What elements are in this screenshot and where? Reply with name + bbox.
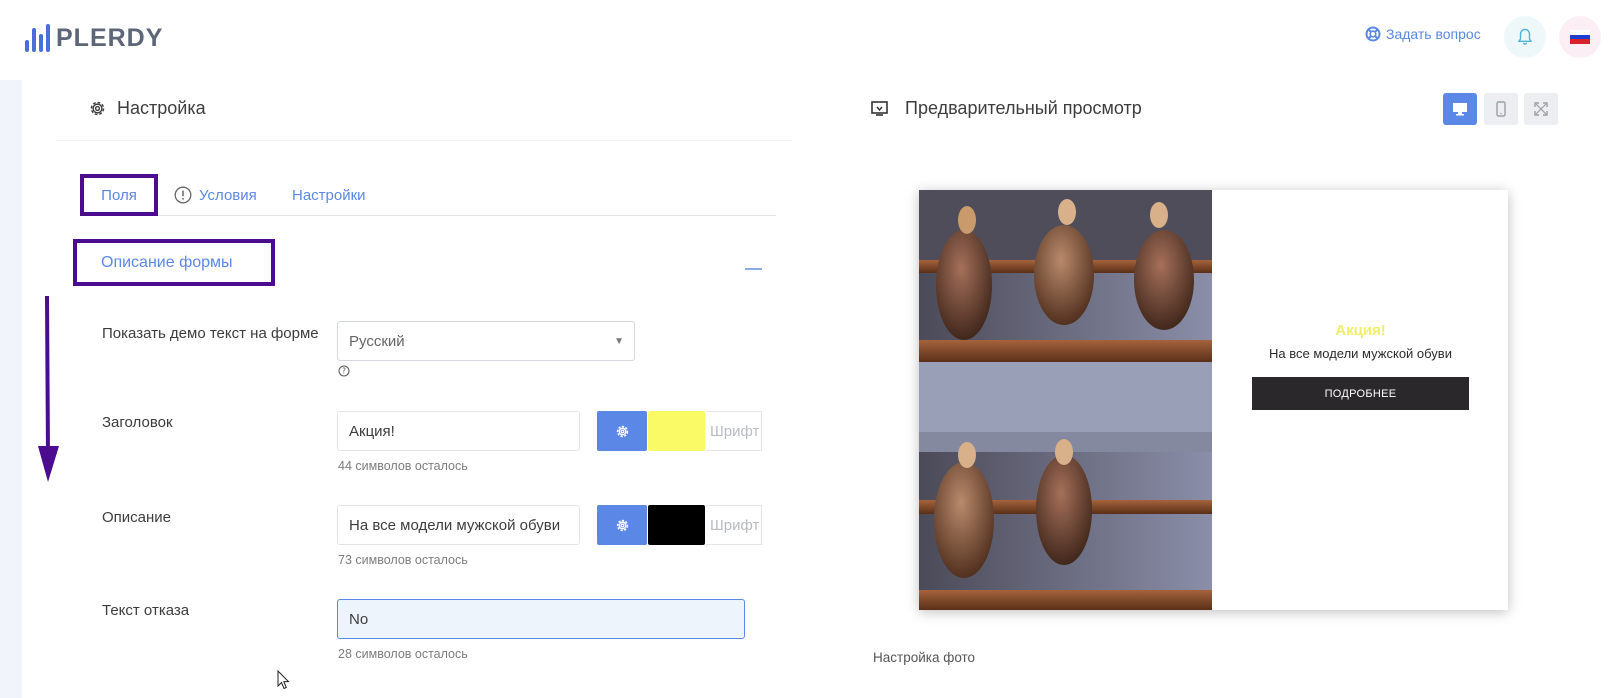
down-arrow-annotation-icon (38, 296, 59, 482)
lifebuoy-icon (1365, 26, 1381, 42)
divider (56, 140, 792, 141)
chevron-down-icon: ▼ (614, 335, 624, 347)
preview-title: Предварительный просмотр (905, 98, 1142, 118)
title-color-swatch[interactable] (648, 411, 705, 451)
popup-description: На все модели мужской обуви (1269, 346, 1452, 361)
title-font-field[interactable]: Шрифт (706, 411, 762, 451)
settings-title: Настройка (117, 98, 206, 118)
preview-header: Предварительный просмотр (871, 98, 1142, 119)
refusal-input[interactable]: No (337, 599, 745, 639)
logo-bars-icon (25, 24, 50, 52)
refusal-chars-left: 28 символов осталось (338, 647, 468, 661)
title-label: Заголовок (102, 414, 173, 431)
preview-monitor-icon (871, 101, 888, 116)
collapse-icon[interactable] (745, 268, 762, 270)
photo-settings-label: Настройка фото (873, 650, 976, 665)
title-input-value: Акция! (349, 422, 395, 440)
desktop-icon (1453, 103, 1467, 116)
demo-text-label: Показать демо текст на форме (102, 325, 319, 342)
tab-settings[interactable]: Настройки (292, 174, 366, 216)
bell-icon (1518, 28, 1532, 45)
ask-question-link[interactable]: Задать вопрос (1365, 26, 1481, 42)
desktop-view-button[interactable] (1443, 93, 1477, 125)
mobile-view-button[interactable] (1484, 93, 1518, 125)
demo-language-select[interactable]: Русский ▼ (337, 321, 635, 361)
language-button[interactable] (1559, 16, 1601, 58)
shoes-photo (919, 190, 1212, 610)
demo-language-value: Русский (349, 332, 405, 350)
settings-header: Настройка (88, 98, 206, 119)
tab-conditions[interactable]: Условия (174, 174, 257, 216)
sidebar-edge (0, 80, 22, 698)
logo-text: PLERDY (56, 24, 164, 52)
title-chars-left: 44 символов осталось (338, 459, 468, 473)
popup-more-button[interactable]: ПОДРОБНЕЕ (1252, 377, 1469, 410)
popup-title: Акция! (1335, 322, 1386, 339)
svg-text:?: ? (342, 367, 346, 376)
top-bar: PLERDY Задать вопрос (0, 0, 1613, 80)
description-color-swatch[interactable] (648, 505, 705, 545)
description-style-button[interactable] (597, 505, 647, 545)
fullscreen-button[interactable] (1524, 93, 1558, 125)
description-font-placeholder: Шрифт (710, 516, 760, 534)
mobile-phone-icon (1496, 101, 1506, 117)
refusal-label: Текст отказа (102, 602, 190, 619)
tab-settings-label: Настройки (292, 186, 366, 204)
tab-fields-label: Поля (101, 186, 137, 204)
ask-question-label: Задать вопрос (1386, 26, 1481, 42)
description-input[interactable]: На все модели мужской обуви (337, 505, 580, 545)
expand-icon (1534, 102, 1548, 116)
russian-flag-icon (1570, 30, 1590, 45)
tab-fields[interactable]: Поля (80, 174, 158, 216)
description-label: Описание (102, 509, 172, 526)
alert-circle-icon (174, 186, 192, 204)
title-font-placeholder: Шрифт (710, 422, 760, 440)
description-font-field[interactable]: Шрифт (706, 505, 762, 545)
section-title: Описание формы (101, 253, 233, 271)
tab-conditions-label: Условия (199, 186, 257, 204)
mouse-cursor-icon (277, 670, 290, 690)
description-input-value: На все модели мужской обуви (349, 516, 561, 534)
settings-tabs: Поля Условия Настройки (80, 174, 776, 216)
form-description-section-header[interactable]: Описание формы (73, 239, 275, 286)
gear-icon (616, 425, 628, 437)
gear-icon (90, 101, 105, 116)
title-input[interactable]: Акция! (337, 411, 580, 451)
gear-icon (616, 519, 628, 531)
notifications-button[interactable] (1504, 16, 1546, 58)
plerdy-logo[interactable]: PLERDY (25, 22, 163, 52)
refusal-input-value: No (349, 610, 369, 628)
description-chars-left: 73 символов осталось (338, 553, 468, 567)
title-style-button[interactable] (597, 411, 647, 451)
help-icon[interactable]: ? (338, 365, 350, 377)
